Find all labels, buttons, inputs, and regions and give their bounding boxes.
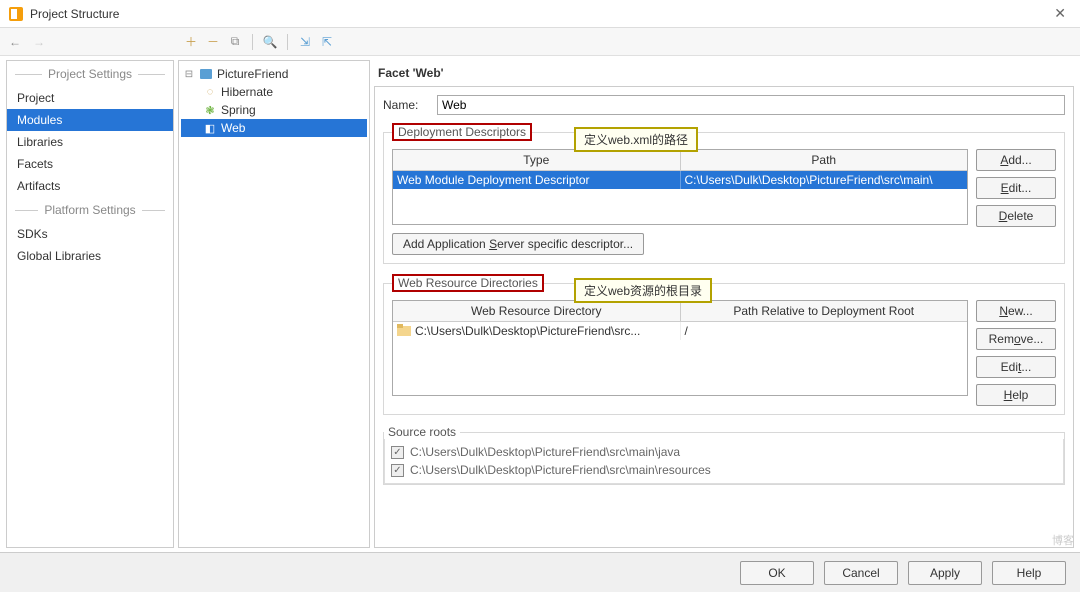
callout-webresource: 定义web资源的根目录 — [574, 278, 712, 303]
delete-descriptor-button[interactable]: Delete — [976, 205, 1056, 227]
descriptor-type: Web Module Deployment Descriptor — [393, 171, 681, 189]
apply-button[interactable]: Apply — [908, 561, 982, 585]
web-resource-table[interactable]: Web Resource Directory Path Relative to … — [392, 300, 968, 396]
descriptors-table[interactable]: Type Path Web Module Deployment Descript… — [392, 149, 968, 225]
col-path: Path — [681, 150, 968, 170]
web-icon: ◧ — [203, 121, 217, 135]
sidebar-item-libraries[interactable]: Libraries — [7, 131, 173, 153]
edit-wr-button[interactable]: Edit... — [976, 356, 1056, 378]
facet-panel: Facet 'Web' Name: Deployment Descriptors… — [374, 60, 1074, 548]
tree-item-label: Web — [221, 121, 245, 135]
expand-icon[interactable]: ⇲ — [296, 33, 314, 51]
collapse-icon[interactable]: ⇱ — [318, 33, 336, 51]
app-icon — [8, 6, 24, 22]
source-root-path: C:\Users\Dulk\Desktop\PictureFriend\src\… — [410, 445, 680, 459]
spring-icon: ❃ — [203, 103, 217, 117]
tree-root-label: PictureFriend — [217, 67, 288, 81]
col-wr-dir: Web Resource Directory — [393, 301, 681, 321]
web-resource-directories-group: Web Resource Directories 定义web资源的根目录 Web… — [383, 274, 1065, 415]
facet-title: Facet 'Web' — [374, 60, 1074, 86]
checkbox-icon[interactable]: ✓ — [391, 446, 404, 459]
find-icon[interactable]: 🔍 — [261, 33, 279, 51]
callout-webxml: 定义web.xml的路径 — [574, 127, 698, 152]
add-appserver-descriptor-button[interactable]: Add Application Server specific descript… — [392, 233, 644, 255]
add-descriptor-button[interactable]: Add... — [976, 149, 1056, 171]
add-icon[interactable]: ＋ — [182, 33, 200, 51]
close-icon[interactable]: ✕ — [1048, 5, 1072, 22]
web-resource-legend: Web Resource Directories — [392, 274, 544, 292]
descriptor-row[interactable]: Web Module Deployment Descriptor C:\User… — [393, 171, 967, 189]
checkbox-icon[interactable]: ✓ — [391, 464, 404, 477]
name-label: Name: — [383, 98, 429, 112]
sidebar-item-sdks[interactable]: SDKs — [7, 223, 173, 245]
edit-descriptor-button[interactable]: Edit... — [976, 177, 1056, 199]
title-bar: Project Structure ✕ — [0, 0, 1080, 28]
col-type: Type — [393, 150, 681, 170]
sidebar-item-artifacts[interactable]: Artifacts — [7, 175, 173, 197]
section-project-settings: Project Settings — [7, 61, 173, 87]
sidebar-item-project[interactable]: Project — [7, 87, 173, 109]
tree-item-spring[interactable]: ❃ Spring — [181, 101, 367, 119]
tree-item-web[interactable]: ◧ Web — [181, 119, 367, 137]
new-wr-button[interactable]: New... — [976, 300, 1056, 322]
remove-icon[interactable]: － — [204, 33, 222, 51]
forward-icon[interactable]: → — [30, 33, 48, 51]
source-root-item[interactable]: ✓ C:\Users\Dulk\Desktop\PictureFriend\sr… — [391, 461, 1057, 479]
tree-root[interactable]: ⊟ PictureFriend — [181, 65, 367, 83]
help-wr-button[interactable]: Help — [976, 384, 1056, 406]
source-roots-legend: Source roots — [384, 425, 460, 439]
wr-dir: C:\Users\Dulk\Desktop\PictureFriend\src.… — [415, 324, 640, 338]
descriptor-path: C:\Users\Dulk\Desktop\PictureFriend\src\… — [681, 171, 968, 189]
help-button[interactable]: Help — [992, 561, 1066, 585]
module-tree: ⊟ PictureFriend ◌ Hibernate ❃ Spring ◧ W… — [178, 60, 370, 548]
wr-rel: / — [681, 322, 968, 340]
hibernate-icon: ◌ — [203, 85, 217, 99]
remove-wr-button[interactable]: Remove... — [976, 328, 1056, 350]
ok-button[interactable]: OK — [740, 561, 814, 585]
window-title: Project Structure — [30, 7, 1048, 21]
collapse-handle-icon[interactable]: ⊟ — [183, 69, 195, 80]
deployment-descriptors-group: Deployment Descriptors 定义web.xml的路径 Type… — [383, 123, 1065, 264]
col-wr-rel: Path Relative to Deployment Root — [681, 301, 968, 321]
sidebar-item-global-libraries[interactable]: Global Libraries — [7, 245, 173, 267]
copy-icon[interactable]: ⧉ — [226, 33, 244, 51]
deployment-descriptors-legend: Deployment Descriptors — [392, 123, 532, 141]
source-roots-group: Source roots ✓ C:\Users\Dulk\Desktop\Pic… — [383, 425, 1065, 485]
module-icon — [199, 67, 213, 81]
source-root-path: C:\Users\Dulk\Desktop\PictureFriend\src\… — [410, 463, 711, 477]
tree-item-label: Hibernate — [221, 85, 273, 99]
section-platform-settings: Platform Settings — [7, 197, 173, 223]
cancel-button[interactable]: Cancel — [824, 561, 898, 585]
dialog-footer: OK Cancel Apply Help — [0, 552, 1080, 592]
source-root-item[interactable]: ✓ C:\Users\Dulk\Desktop\PictureFriend\sr… — [391, 443, 1057, 461]
folder-icon — [397, 324, 411, 338]
settings-sidebar: Project Settings Project Modules Librari… — [6, 60, 174, 548]
web-resource-row[interactable]: C:\Users\Dulk\Desktop\PictureFriend\src.… — [393, 322, 967, 340]
facet-name-input[interactable] — [437, 95, 1065, 115]
sidebar-item-facets[interactable]: Facets — [7, 153, 173, 175]
toolbar: ← → ＋ － ⧉ 🔍 ⇲ ⇱ — [0, 28, 1080, 56]
back-icon[interactable]: ← — [6, 33, 24, 51]
tree-item-label: Spring — [221, 103, 256, 117]
sidebar-item-modules[interactable]: Modules — [7, 109, 173, 131]
tree-item-hibernate[interactable]: ◌ Hibernate — [181, 83, 367, 101]
